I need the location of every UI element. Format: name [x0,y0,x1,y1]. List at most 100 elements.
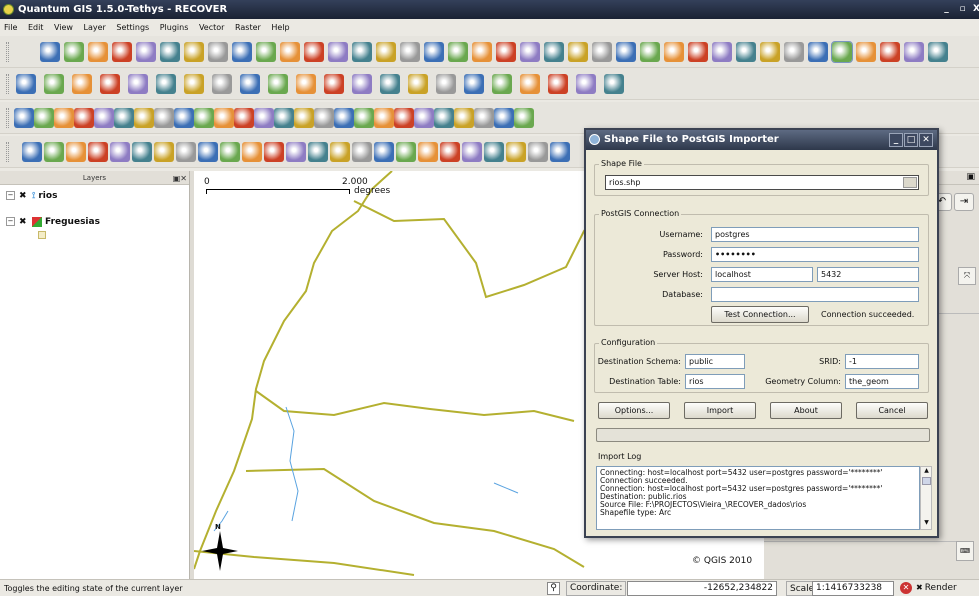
layer-visibility-checkbox[interactable]: ✖ [19,215,28,229]
toolbar-tool-icon[interactable] [214,108,234,128]
toolbar-tool-icon[interactable] [462,142,482,162]
redo-icon[interactable]: ⇥ [954,193,974,211]
menu-view[interactable]: View [54,19,73,36]
toolbar-tool-icon[interactable] [330,142,350,162]
toolbar-tool-icon[interactable] [454,108,474,128]
toolbar-tool-icon[interactable] [464,74,484,94]
dialog-minimize-button[interactable]: _ [889,133,903,147]
toolbar-tool-icon[interactable] [254,108,274,128]
toolbar-tool-icon[interactable] [296,74,316,94]
toolbar-tool-icon[interactable] [831,41,853,63]
server-host-field[interactable]: localhost [711,267,813,282]
toolbar-tool-icon[interactable] [88,142,108,162]
toolbar-tool-icon[interactable] [494,108,514,128]
toolbar-tool-icon[interactable] [436,74,456,94]
toolbar-grip[interactable] [6,142,9,162]
toolbar-tool-icon[interactable] [74,108,94,128]
toolbar-tool-icon[interactable] [88,42,108,62]
toolbar-tool-icon[interactable] [784,42,804,62]
toolbar-tool-icon[interactable] [904,42,924,62]
toolbar-tool-icon[interactable] [212,74,232,94]
toolbar-tool-icon[interactable] [400,42,420,62]
toolbar-tool-icon[interactable] [114,108,134,128]
toolbar-tool-icon[interactable] [856,42,876,62]
toolbar-tool-icon[interactable] [136,42,156,62]
minimize-button[interactable]: _ [940,3,953,16]
collapse-icon[interactable]: − [6,191,15,200]
toolbar-tool-icon[interactable] [506,142,526,162]
toolbar-tool-icon[interactable] [492,74,512,94]
toolbar-tool-icon[interactable] [604,74,624,94]
toolbar-tool-icon[interactable] [314,108,334,128]
toolbar-tool-icon[interactable] [194,108,214,128]
toolbar-tool-icon[interactable] [256,42,276,62]
toolbar-tool-icon[interactable] [448,42,468,62]
toolbar-tool-icon[interactable] [184,42,204,62]
toolbar-tool-icon[interactable] [528,142,548,162]
toolbar-tool-icon[interactable] [94,108,114,128]
port-field[interactable]: 5432 [817,267,919,282]
collapse-icon[interactable]: − [6,217,15,226]
toolbar-tool-icon[interactable] [688,42,708,62]
scroll-down-icon[interactable]: ▼ [922,519,931,528]
toolbar-tool-icon[interactable] [232,42,252,62]
toolbar-tool-icon[interactable] [808,42,828,62]
toolbar-tool-icon[interactable] [240,74,260,94]
toolbar-tool-icon[interactable] [374,142,394,162]
layer-visibility-checkbox[interactable]: ✖ [19,189,28,203]
toolbar-tool-icon[interactable] [640,42,660,62]
shapefile-path-field[interactable]: rios.shp [605,175,919,190]
toolbar-tool-icon[interactable] [408,74,428,94]
coordinate-toggle-icon[interactable]: ⚲ [547,582,560,595]
toolbar-tool-icon[interactable] [592,42,612,62]
menu-settings[interactable]: Settings [116,19,149,36]
menu-help[interactable]: Help [271,19,289,36]
schema-field[interactable]: public [685,354,745,369]
layer-item-rios[interactable]: − ✖ ⟟ rios [6,189,57,203]
toolbar-tool-icon[interactable] [110,142,130,162]
menu-vector[interactable]: Vector [199,19,225,36]
toolbar-tool-icon[interactable] [414,108,434,128]
close-button[interactable]: X [970,3,979,16]
toolbar-tool-icon[interactable] [472,42,492,62]
toolbar-tool-icon[interactable] [72,74,92,94]
toolbar-tool-icon[interactable] [544,42,564,62]
restore-button[interactable]: ▫ [956,3,969,16]
cancel-button[interactable]: Cancel [856,402,928,419]
toolbar-tool-icon[interactable] [22,142,42,162]
import-log[interactable]: Connecting: host=localhost port=5432 use… [596,466,920,530]
dialog-close-button[interactable]: ✕ [919,133,933,147]
toolbar-tool-icon[interactable] [154,142,174,162]
toolbar-tool-icon[interactable] [242,142,262,162]
password-field[interactable]: •••••••• [711,247,919,262]
toolbar-tool-icon[interactable] [44,142,64,162]
toolbar-tool-icon[interactable] [268,74,288,94]
menu-edit[interactable]: Edit [28,19,44,36]
toolbar-tool-icon[interactable] [664,42,684,62]
toolbar-grip[interactable] [6,108,9,128]
toolbar-tool-icon[interactable] [160,42,180,62]
toolbar-tool-icon[interactable] [234,108,254,128]
toolbar-tool-icon[interactable] [274,108,294,128]
toolbar-tool-icon[interactable] [324,74,344,94]
toolbar-tool-icon[interactable] [374,108,394,128]
layer-item-freguesias[interactable]: − ✖ Freguesias [6,215,100,229]
toolbar-tool-icon[interactable] [760,42,780,62]
toolbar-tool-icon[interactable] [418,142,438,162]
toolbar-tool-icon[interactable] [496,42,516,62]
options-button[interactable]: Options... [598,402,670,419]
toolbar-tool-icon[interactable] [132,142,152,162]
toolbar-tool-icon[interactable] [474,108,494,128]
geometry-column-field[interactable]: the_geom [845,374,919,389]
toolbar-tool-icon[interactable] [880,42,900,62]
toolbar-tool-icon[interactable] [736,42,756,62]
database-field[interactable] [711,287,919,302]
toolbar-tool-icon[interactable] [548,74,568,94]
toolbar-tool-icon[interactable] [294,108,314,128]
toolbar-tool-icon[interactable] [154,108,174,128]
toolbar-tool-icon[interactable] [550,142,570,162]
toolbar-tool-icon[interactable] [352,74,372,94]
toolbar-tool-icon[interactable] [280,42,300,62]
toolbar-tool-icon[interactable] [156,74,176,94]
table-field[interactable]: rios [685,374,745,389]
